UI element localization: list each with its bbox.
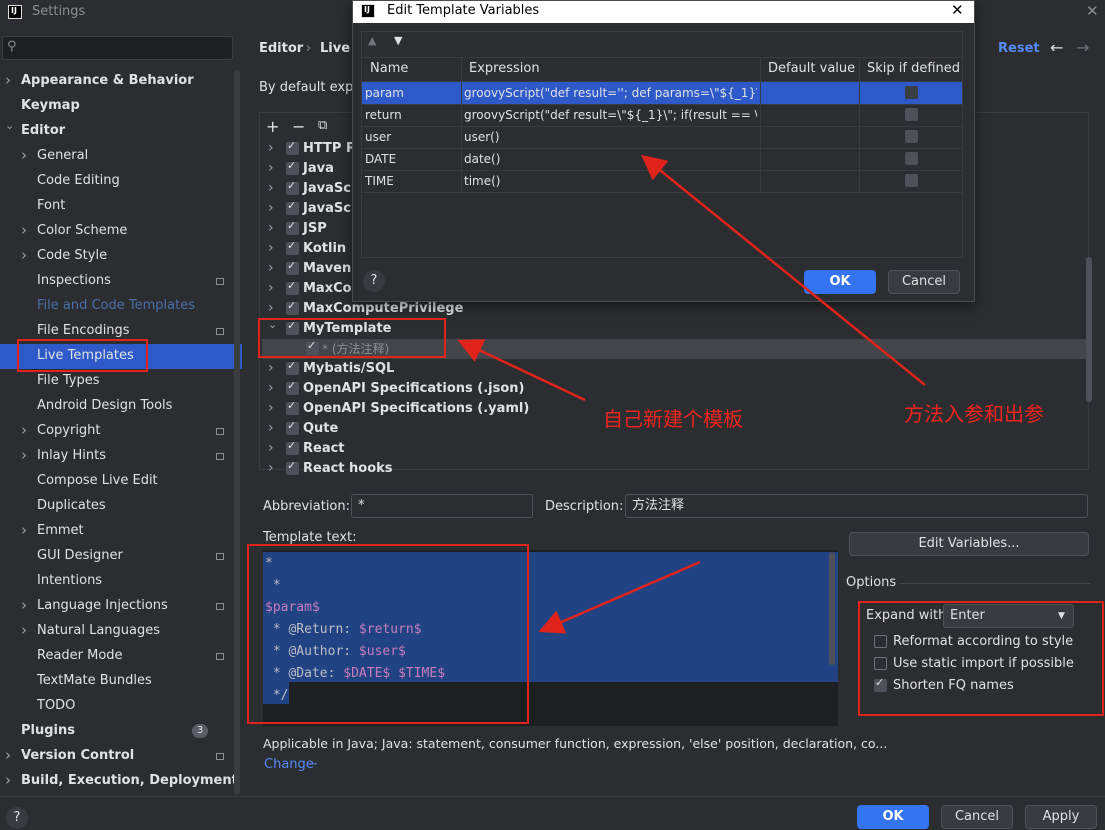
annotation-arrows — [457, 154, 926, 634]
arrow-to-mytemplate — [457, 339, 586, 402]
arrow-to-template-text — [538, 560, 701, 634]
arrow-to-variables — [641, 154, 926, 386]
